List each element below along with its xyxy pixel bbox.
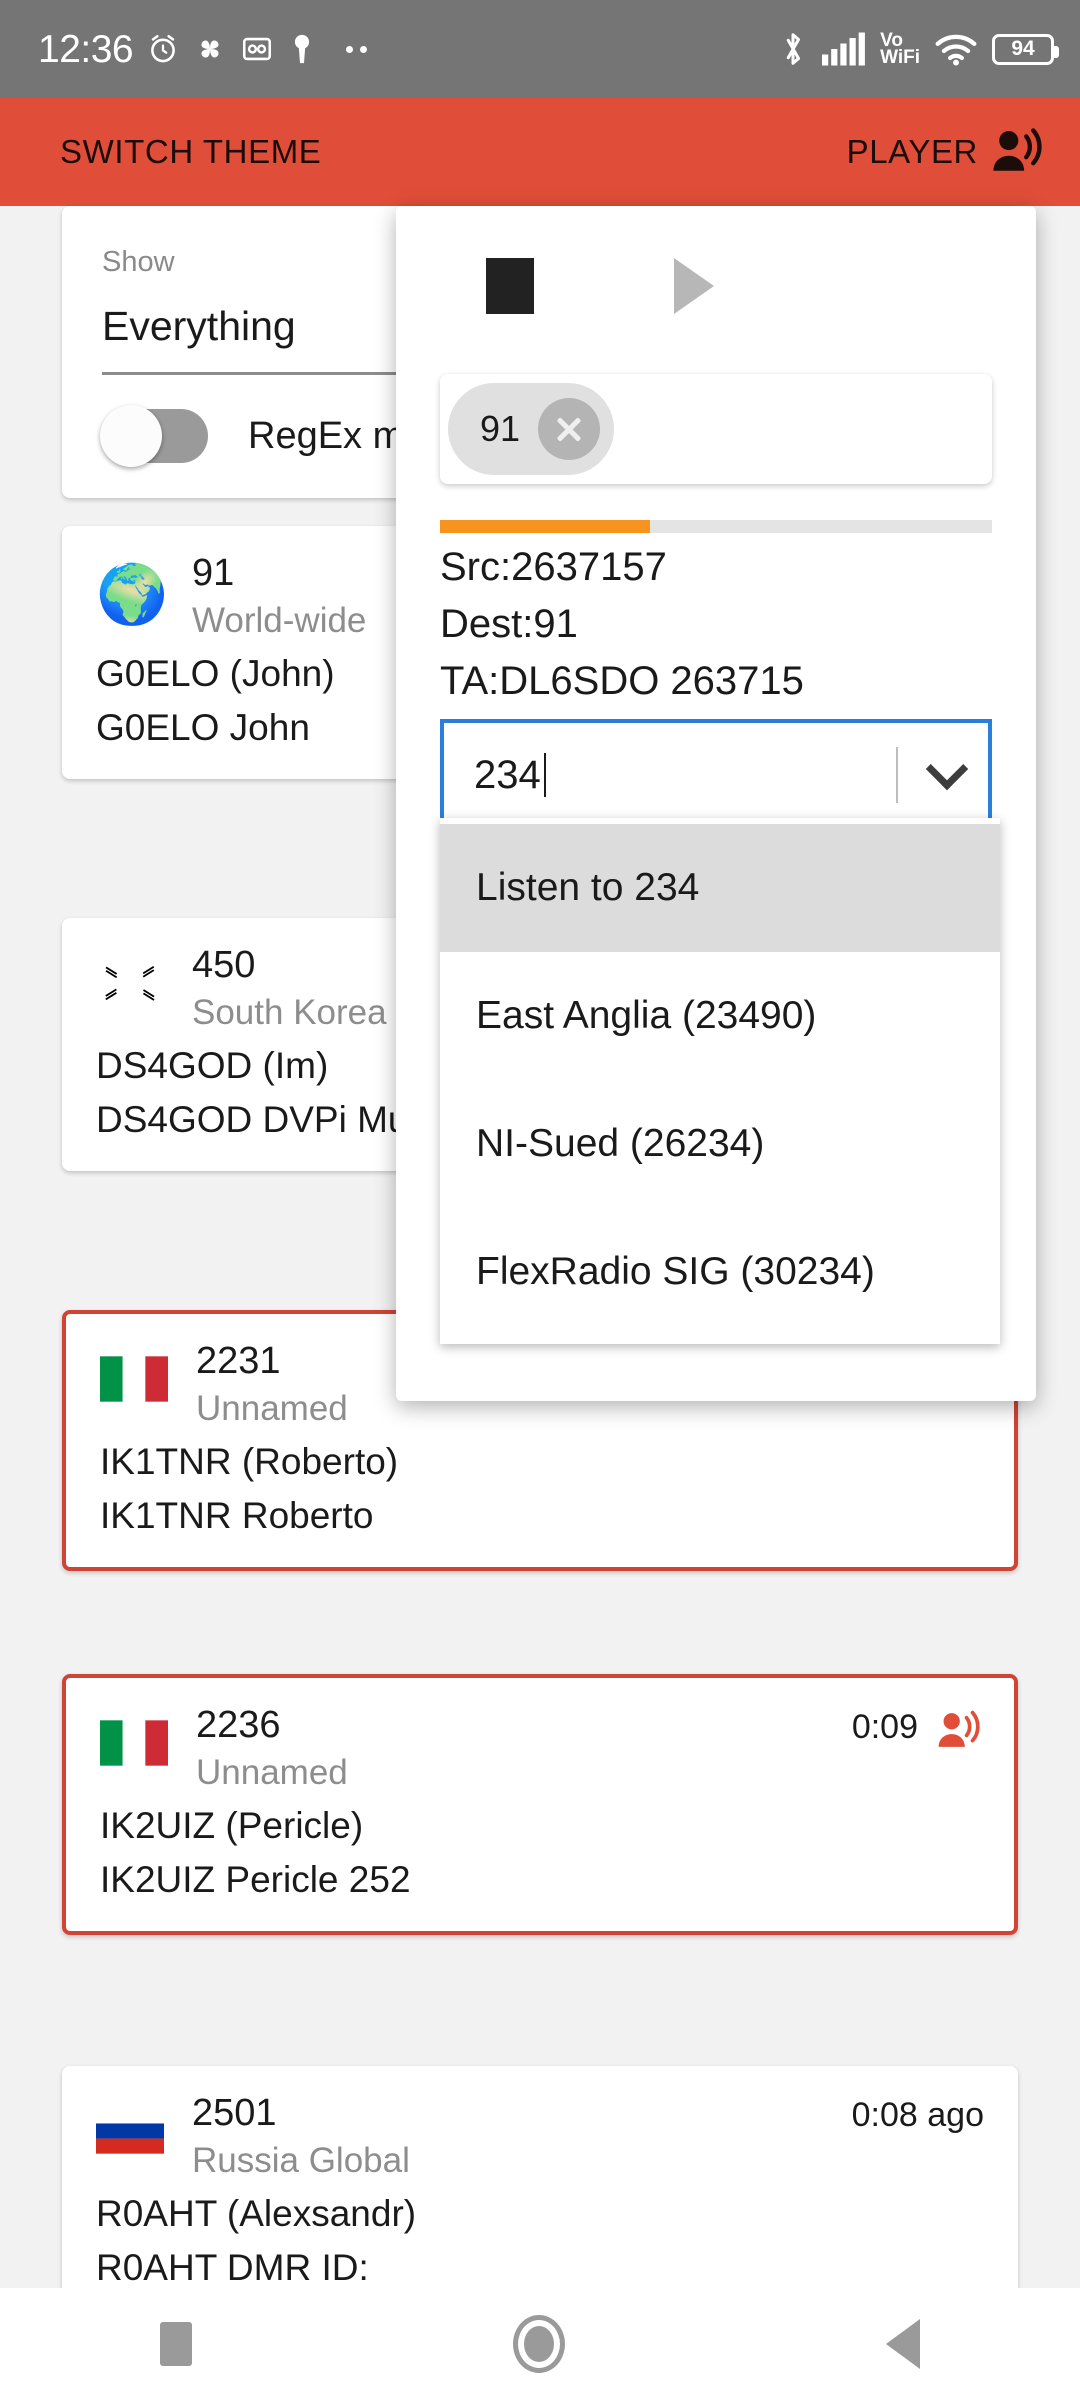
talkgroup-chip[interactable]: 91 (448, 383, 615, 475)
dest-line: Dest:91 (440, 601, 578, 646)
flag-southkorea-icon (96, 960, 164, 1006)
system-nav-bar (0, 2288, 1080, 2400)
back-icon[interactable] (885, 2319, 920, 2369)
table-row[interactable]: 2501 Russia Global 0:08 ago R0AHT (Alexsand… (62, 2066, 1018, 2319)
home-icon[interactable] (512, 2315, 565, 2373)
talkgroup-combobox[interactable]: 234 (440, 719, 992, 832)
battery-icon: 94 (992, 33, 1059, 65)
key-icon (287, 32, 317, 66)
more-dots-icon (346, 45, 368, 53)
app-bar: SWITCH THEME PLAYER (0, 98, 1080, 206)
row-callsign: R0AHT (Alexsandr) (96, 2193, 417, 2234)
person-speaking-icon (934, 1708, 980, 1759)
call-metadata: Src:2637157 Dest:91 TA:DL6SDO 263715 (396, 533, 1036, 709)
row-flag: 🌍 (96, 552, 192, 624)
flag-italy-icon (100, 1356, 168, 1402)
row-flag (96, 944, 192, 1008)
combobox-divider (896, 747, 898, 804)
status-clock: 12:36 (38, 27, 134, 71)
switch-theme-button[interactable]: SWITCH THEME (60, 133, 321, 171)
voicemail-icon (240, 32, 274, 66)
flag-italy-icon (100, 1720, 168, 1766)
chip-label: 91 (480, 408, 521, 449)
talkgroup-dropdown[interactable]: Listen to 234 East Anglia (23490) NI-Sued … (440, 818, 1000, 1344)
recents-icon[interactable] (160, 2322, 193, 2366)
person-speaking-icon[interactable] (988, 125, 1042, 179)
row-flag (100, 1704, 196, 1768)
row-flag (96, 2092, 192, 2156)
ta-line: TA:DL6SDO 263715 (440, 658, 804, 703)
close-icon[interactable] (538, 398, 601, 460)
player-button[interactable]: PLAYER (847, 133, 978, 171)
dropdown-option[interactable]: East Anglia (23490) (440, 952, 1000, 1080)
combobox-value: 234 (474, 752, 541, 797)
alarm-icon (146, 32, 180, 66)
phone-screen: 12:36 Vo WiFi 94 SWITCH THEME PLAYER Sho… (0, 0, 1080, 2400)
chevron-down-icon[interactable] (925, 748, 969, 791)
bluetooth-icon (778, 30, 808, 68)
stop-button[interactable] (486, 258, 534, 314)
dropdown-option[interactable]: FlexRadio SIG (30234) (440, 1208, 1000, 1336)
progress-fill (440, 520, 650, 533)
src-line: Src:2637157 (440, 545, 667, 589)
text-caret (543, 753, 546, 798)
row-flag (100, 1340, 196, 1404)
row-detail: R0AHT DMR ID: (96, 2247, 369, 2288)
cellular-signal-icon (822, 32, 866, 66)
row-talkgroup-id: 2501 (192, 2092, 277, 2134)
pinwheel-icon (193, 32, 227, 66)
dropdown-option[interactable]: NI-Sued (26234) (440, 1080, 1000, 1208)
row-detail: IK1TNR Roberto (100, 1495, 374, 1536)
toggle-knob (100, 405, 162, 467)
row-detail: IK2UIZ Pericle 252 (100, 1859, 411, 1900)
row-talkgroup-name: Unnamed (196, 1753, 348, 1792)
row-callsign: IK1TNR (Roberto) (100, 1441, 399, 1482)
transport-controls (396, 206, 1036, 366)
flag-russia-icon (96, 2108, 164, 2154)
row-talkgroup-id: 2236 (196, 1704, 281, 1746)
globe-icon: 🌍 (96, 562, 169, 627)
play-button[interactable] (674, 258, 714, 314)
chip-field[interactable]: 91 (440, 374, 992, 484)
vowifi-icon: Vo WiFi (880, 30, 920, 68)
progress-bar (440, 520, 992, 533)
status-bar: 12:36 Vo WiFi 94 (0, 0, 1080, 98)
dropdown-option[interactable]: Listen to 234 (440, 824, 1000, 952)
row-talkgroup-name: Russia Global (192, 2141, 410, 2180)
regex-label: RegEx m (248, 414, 405, 457)
table-row[interactable]: 2236 Unnamed 0:09 IK2UIZ (Pericle) IK2UIZ Pe… (62, 1674, 1018, 1935)
row-callsign: IK2UIZ (Pericle) (100, 1805, 364, 1846)
row-timestamp: 0:09 (851, 1708, 918, 1746)
regex-toggle[interactable] (100, 405, 208, 467)
row-timestamp: 0:08 ago (851, 2096, 984, 2134)
wifi-icon (934, 32, 978, 66)
